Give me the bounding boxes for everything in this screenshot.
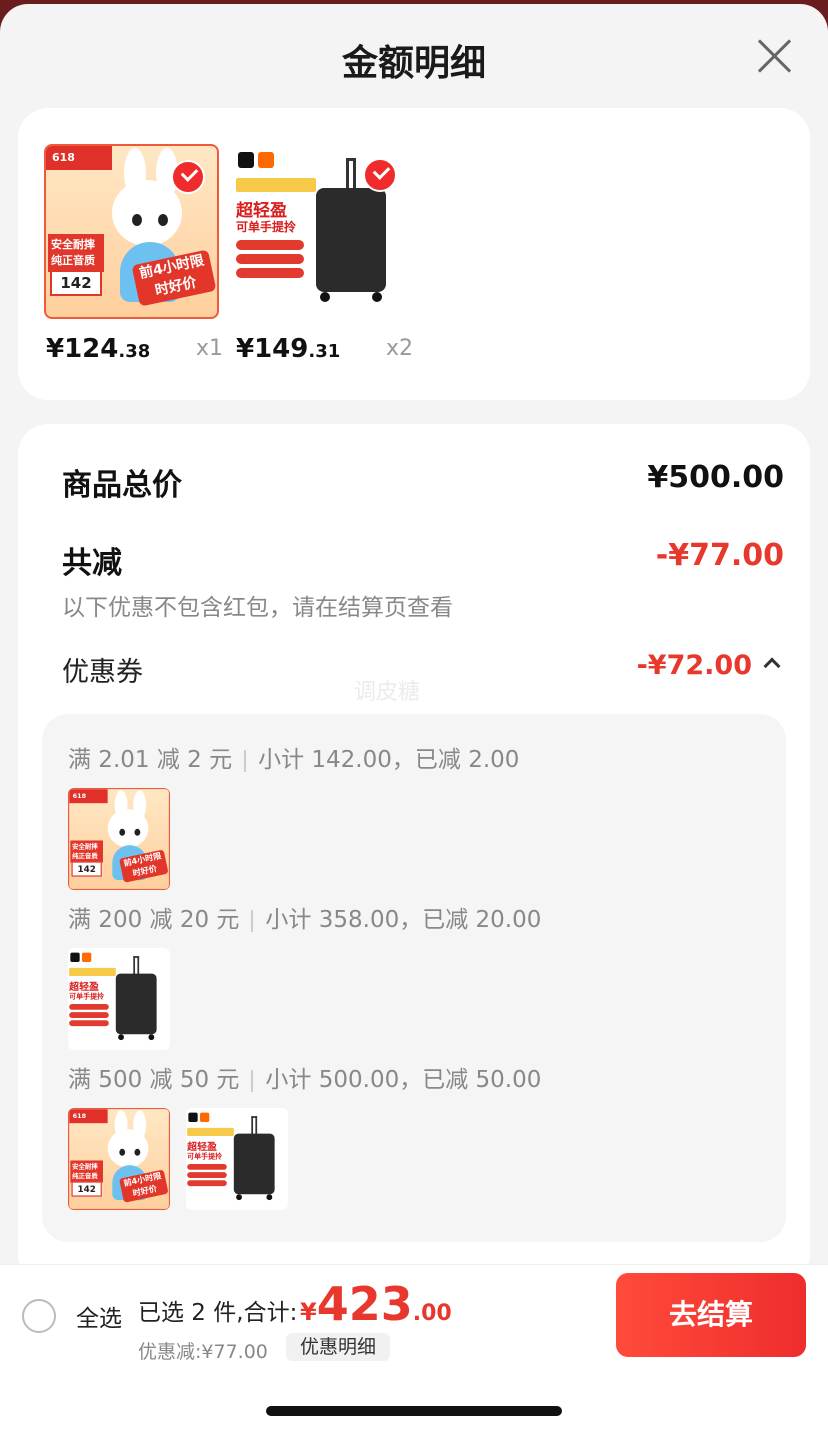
coupon-item-thumbnail[interactable]: 618 安全耐摔纯正音质 142 前4小时限时好价 [68,788,170,890]
suitcase-image [316,188,386,292]
coupon-value[interactable]: -¥72.00 [637,650,752,681]
select-all-radio[interactable] [22,1299,56,1333]
total-amount: ¥423.00 [300,1277,452,1331]
product-quantity: x2 [385,336,413,361]
select-all-label[interactable]: 全选 [76,1299,122,1333]
coupon-line: 满 200 减 20 元小计 358.00，已减 20.00 [68,907,542,933]
promo-text: 安全耐摔纯正音质 [48,234,104,272]
product-price: ¥124.38 [46,334,151,364]
total-value: ¥500.00 [647,460,784,495]
bunny-head [112,180,182,246]
product-item-bunny[interactable]: 618 安全耐摔纯正音质 142 前4小时限时好价 ¥124.38 x1 [44,144,223,364]
product-price: ¥149.31 [236,334,341,364]
product-thumbnail[interactable]: 618 安全耐摔纯正音质 142 前4小时限时好价 [44,144,219,319]
discount-note: 以下优惠不包含红包，请在结算页查看 [62,595,453,621]
saved-amount: 优惠减:¥77.00 [138,1341,268,1363]
product-subline: 可单手提拎 [236,220,297,234]
chevron-up-icon[interactable] [763,657,781,675]
coupon-line: 满 2.01 减 2 元小计 142.00，已减 2.00 [68,747,520,773]
coupon-label[interactable]: 优惠券 [62,650,143,689]
watermark: 调皮糖 [354,680,421,705]
brand-logo-icon [238,152,254,168]
price-summary-card: 商品总价 ¥500.00 共减 -¥77.00 以下优惠不包含红包，请在结算页查… [18,424,810,1284]
product-list-card: 618 安全耐摔纯正音质 142 前4小时限时好价 ¥124.38 x1 超轻盈… [18,108,810,400]
home-indicator-area [0,1364,828,1438]
thumb-price: 142 [50,270,102,296]
amount-detail-sheet: 金额明细 618 安全耐摔纯正音质 142 前4小时限时好价 ¥124.38 x… [0,4,828,1438]
coupon-item-thumbnail[interactable]: 618 安全耐摔纯正音质 142 前4小时限时好价 [68,1108,170,1210]
total-label: 商品总价 [62,468,182,503]
home-indicator[interactable] [266,1406,562,1416]
close-icon[interactable] [756,38,792,74]
checkout-bar: 全选 已选 2 件,合计: ¥423.00 优惠减:¥77.00 优惠明细 去结… [0,1264,828,1364]
coupon-item-thumbnail[interactable]: 超轻盈 可单手提拎 [68,948,170,1050]
coupon-item-thumbnail[interactable]: 超轻盈 可单手提拎 [186,1108,288,1210]
mi-logo-icon [258,152,274,168]
product-thumbnail[interactable]: 超轻盈 可单手提拎 [234,144,409,319]
checkout-button[interactable]: 去结算 [616,1273,806,1357]
discount-detail-button[interactable]: 优惠明细 [286,1333,391,1361]
coupon-details: 满 2.01 减 2 元小计 142.00，已减 2.00 618 安全耐摔纯正… [42,714,786,1242]
sheet-title: 金额明细 [341,43,486,84]
product-quantity: x1 [195,336,223,361]
selected-check-icon[interactable] [171,160,205,194]
coupon-line: 满 500 减 50 元小计 500.00，已减 50.00 [68,1067,542,1093]
discount-label: 共减 [62,546,122,581]
selected-check-icon[interactable] [363,158,397,192]
product-item-suitcase[interactable]: 超轻盈 可单手提拎 ¥149.31 x2 [234,144,413,364]
promo-badge: 618 [46,146,112,170]
discount-value: -¥77.00 [655,538,784,573]
selected-count: 已选 2 件,合计: [138,1300,298,1326]
